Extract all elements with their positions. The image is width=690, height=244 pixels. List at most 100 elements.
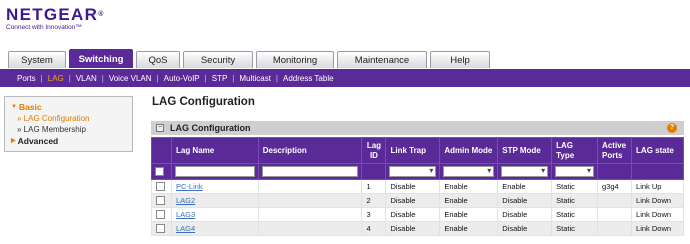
link-trap-select[interactable] [389, 166, 437, 177]
header-select [151, 137, 172, 164]
stp-mode-select[interactable] [501, 166, 549, 177]
filter-lag-state-cell [631, 163, 684, 180]
lag-name-link[interactable]: LAG2 [176, 196, 195, 205]
filter-admin-mode-cell [439, 163, 499, 180]
nav-lag-configuration-label: LAG Configuration [23, 114, 90, 123]
tab-maintenance[interactable]: Maintenance [337, 51, 427, 68]
filter-lag-id-cell [361, 163, 387, 180]
sub-nav: Ports | LAG | VLAN | Voice VLAN | Auto-VoIP | STP |… [0, 69, 690, 87]
row-select-cell [151, 207, 172, 222]
help-icon[interactable]: ? [667, 123, 677, 133]
tab-qos[interactable]: QoS [136, 51, 180, 68]
cell-stp-mode: Disable [497, 193, 553, 208]
cell-state: Link Down [631, 207, 684, 222]
panel-title: LAG Configuration [170, 123, 251, 133]
cell-link-trap: Disable [385, 221, 441, 236]
left-nav: ▼ Basic » LAG Configuration » LAG Member… [4, 96, 133, 152]
subnav-separator: | [204, 73, 207, 83]
filter-active-ports-cell [597, 163, 633, 180]
table-row[interactable]: LAG2 2 Disable Enable Disable Static Link Down [151, 193, 684, 208]
expanded-arrow-icon: ▼ [11, 104, 17, 110]
header-lag-id: Lag ID [361, 137, 387, 164]
nav-basic[interactable]: ▼ Basic [11, 101, 126, 113]
tab-system[interactable]: System [8, 51, 66, 68]
filter-select-all-cell [151, 163, 172, 180]
subnav-separator: | [68, 73, 71, 83]
subnav-item-stp[interactable]: STP [212, 74, 228, 83]
filter-description-cell [257, 163, 363, 180]
subnav-item-lag[interactable]: LAG [48, 74, 64, 83]
cell-lag-type: Static [551, 207, 599, 222]
lag-type-select[interactable] [555, 166, 595, 177]
header-lag-type: LAG Type [551, 137, 599, 164]
cell-stp-mode: Disable [497, 207, 553, 222]
cell-description [257, 221, 363, 236]
lag-name-link[interactable]: LAG3 [176, 210, 195, 219]
lag-table: Lag Name Description Lag ID Link Trap Ad… [151, 137, 684, 236]
nav-lag-membership[interactable]: » LAG Membership [11, 124, 126, 135]
row-checkbox[interactable] [156, 196, 165, 206]
cell-stp-mode: Disable [497, 221, 553, 236]
brand: NETGEAR® Connect with Innovation™ [6, 6, 103, 31]
cell-state: Link Up [631, 179, 684, 194]
logo-reg-mark: ® [98, 11, 104, 18]
subnav-item-vlan[interactable]: VLAN [76, 74, 97, 83]
subnav-item-auto-voip[interactable]: Auto-VoIP [164, 74, 200, 83]
tab-security[interactable]: Security [183, 51, 253, 68]
header-lag-name: Lag Name [170, 137, 259, 164]
subnav-separator: | [40, 73, 43, 83]
cell-lag-type: Static [551, 179, 599, 194]
cell-id: 1 [361, 179, 387, 194]
cell-description [257, 179, 363, 194]
row-checkbox[interactable] [156, 210, 165, 220]
cell-link-trap: Disable [385, 207, 441, 222]
table-row[interactable]: LAG4 4 Disable Enable Disable Static Link Down [151, 221, 684, 236]
admin-mode-select[interactable] [443, 166, 495, 177]
main-tabs: System Switching QoS Security Monitoring Main… [8, 49, 493, 69]
cell-active-ports [597, 221, 633, 236]
brand-tagline: Connect with Innovation™ [6, 24, 82, 31]
cell-admin-mode: Enable [439, 193, 499, 208]
cell-name: PC-Link [170, 179, 259, 194]
lag-name-input[interactable] [174, 166, 255, 177]
row-checkbox[interactable] [156, 182, 165, 192]
lag-name-link[interactable]: PC-Link [176, 182, 203, 191]
cell-name: LAG3 [170, 207, 259, 222]
cell-lag-type: Static [551, 221, 599, 236]
header-lag-state: LAG state [631, 137, 684, 164]
panel-header: − LAG Configuration ? [151, 121, 684, 135]
filter-link-trap-cell [385, 163, 441, 180]
row-checkbox[interactable] [156, 224, 165, 234]
cell-description [257, 193, 363, 208]
subnav-item-multicast[interactable]: Multicast [239, 74, 271, 83]
subnav-item-voice-vlan[interactable]: Voice VLAN [109, 74, 152, 83]
select-all-checkbox[interactable] [155, 167, 164, 177]
subnav-item-ports[interactable]: Ports [17, 74, 36, 83]
description-input[interactable] [261, 166, 359, 177]
cell-link-trap: Disable [385, 179, 441, 194]
tab-monitoring[interactable]: Monitoring [256, 51, 334, 68]
netgear-logo: NETGEAR® [6, 6, 103, 23]
cell-id: 2 [361, 193, 387, 208]
cell-name: LAG2 [170, 193, 259, 208]
collapsed-arrow-icon: ▶ [11, 138, 16, 144]
filter-stp-mode-cell [497, 163, 553, 180]
lag-name-link[interactable]: LAG4 [176, 224, 195, 233]
subnav-separator: | [101, 73, 104, 83]
nav-lag-configuration[interactable]: » LAG Configuration [11, 113, 126, 124]
filter-lag-name-cell [170, 163, 259, 180]
cell-admin-mode: Enable [439, 207, 499, 222]
subnav-separator: | [275, 73, 278, 83]
tab-switching[interactable]: Switching [69, 49, 133, 68]
collapse-icon[interactable]: − [156, 124, 164, 132]
tab-help[interactable]: Help [430, 51, 490, 68]
cell-name: LAG4 [170, 221, 259, 236]
nav-advanced[interactable]: ▶ Advanced [11, 135, 126, 147]
table-row[interactable]: PC-Link 1 Disable Enable Enable Static g3g4 Lin… [151, 179, 684, 194]
row-select-cell [151, 179, 172, 194]
cell-link-trap: Disable [385, 193, 441, 208]
subnav-item-address-table[interactable]: Address Table [283, 74, 334, 83]
lag-table-body: PC-Link 1 Disable Enable Enable Static g3g4 Lin… [151, 179, 684, 236]
cell-active-ports: g3g4 [597, 179, 633, 194]
table-row[interactable]: LAG3 3 Disable Enable Disable Static Link Down [151, 207, 684, 222]
